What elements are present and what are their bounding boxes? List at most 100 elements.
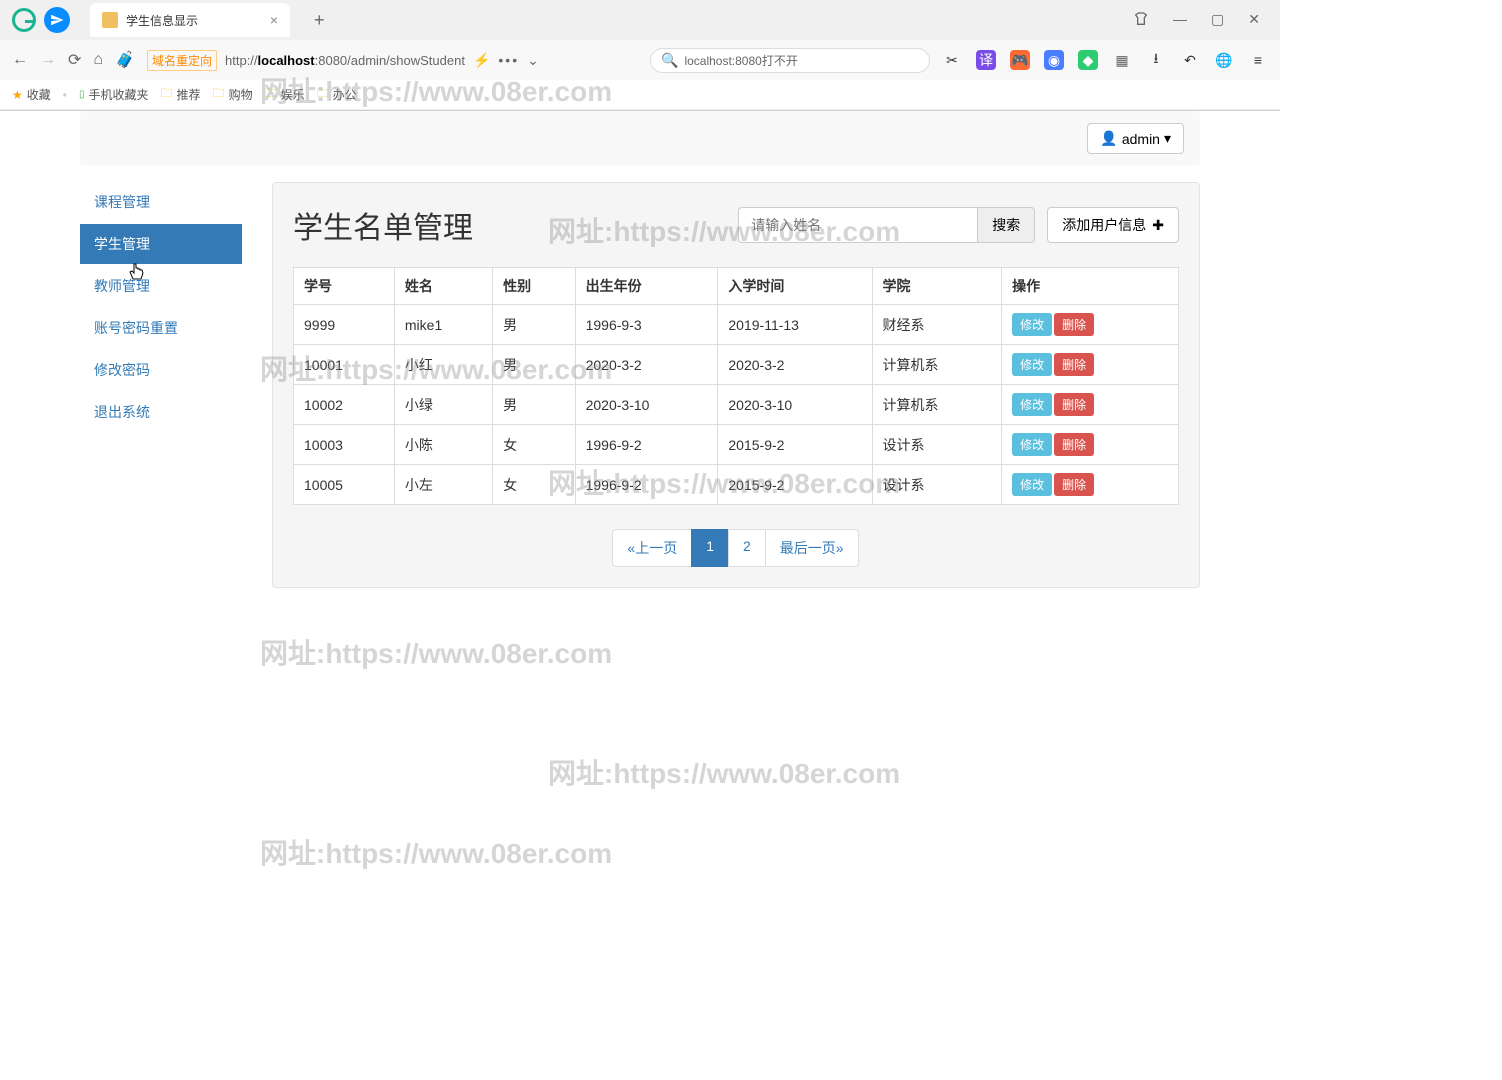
table-cell: 9999 <box>294 305 395 345</box>
scissors-icon[interactable]: ✂ <box>942 50 962 70</box>
table-cell: 女 <box>493 465 575 505</box>
table-cell: 小陈 <box>394 425 492 465</box>
tab-close-icon[interactable]: × <box>270 12 278 28</box>
edit-button[interactable]: 修改 <box>1012 353 1052 376</box>
page-number[interactable]: 2 <box>728 529 766 567</box>
main-layout: 课程管理学生管理教师管理账号密码重置修改密码退出系统 学生名单管理 搜索 添加用… <box>0 182 1280 588</box>
bookmark-mobile[interactable]: ▯手机收藏夹 <box>79 86 149 103</box>
delete-button[interactable]: 删除 <box>1054 393 1094 416</box>
folder-icon: 🗀 <box>213 84 225 105</box>
table-cell: 10002 <box>294 385 395 425</box>
browser-search-input[interactable] <box>684 53 919 67</box>
url-area[interactable]: 域名重定向 http://localhost:8080/admin/showSt… <box>147 50 638 71</box>
bookmark-office[interactable]: 🗀办公 <box>317 84 357 105</box>
table-cell: 财经系 <box>872 305 1002 345</box>
sidebar-item-1[interactable]: 学生管理 <box>80 224 242 264</box>
table-header-cell: 入学时间 <box>718 268 872 305</box>
table-cell: 2019-11-13 <box>718 305 872 345</box>
student-table: 学号姓名性别出生年份入学时间学院操作 9999mike1男1996-9-3201… <box>293 267 1179 505</box>
table-row: 10002小绿男2020-3-102020-3-10计算机系修改删除 <box>294 385 1179 425</box>
browser-logo-icon[interactable] <box>12 8 36 32</box>
folder-icon: 🗀 <box>317 84 329 105</box>
sidebar-item-4[interactable]: 修改密码 <box>80 350 242 390</box>
table-cell: 10003 <box>294 425 395 465</box>
home-button[interactable]: ⌂ <box>93 51 103 69</box>
globe-icon[interactable]: 🌐 <box>1214 50 1234 70</box>
page-title: 学生名单管理 <box>293 203 726 247</box>
close-icon[interactable]: ✕ <box>1248 11 1260 30</box>
table-cell: 10001 <box>294 345 395 385</box>
table-cell: 2020-3-10 <box>718 385 872 425</box>
bookmark-shopping[interactable]: 🗀购物 <box>213 84 253 105</box>
browser-search-box[interactable]: 🔍 <box>650 48 930 73</box>
more-icon[interactable]: ••• <box>498 52 519 68</box>
delete-button[interactable]: 删除 <box>1054 313 1094 336</box>
table-cell: 1996-9-2 <box>575 465 718 505</box>
name-search-input[interactable] <box>738 207 978 243</box>
briefcase-icon[interactable]: 🧳 <box>115 50 135 70</box>
sidebar-item-5[interactable]: 退出系统 <box>80 392 242 432</box>
page-last[interactable]: 最后一页» <box>765 529 859 567</box>
shirt-icon[interactable] <box>1133 11 1149 30</box>
edit-button[interactable]: 修改 <box>1012 393 1052 416</box>
table-cell: 男 <box>493 305 575 345</box>
table-header-cell: 学院 <box>872 268 1002 305</box>
content-header: 学生名单管理 搜索 添加用户信息 ✚ <box>293 203 1179 247</box>
download-icon[interactable]: ⭳ <box>1146 50 1166 70</box>
reload-button[interactable]: ⟳ <box>68 50 81 70</box>
table-row: 10003小陈女1996-9-22015-9-2设计系修改删除 <box>294 425 1179 465</box>
page-number[interactable]: 1 <box>691 529 729 567</box>
sidebar-item-3[interactable]: 账号密码重置 <box>80 308 242 348</box>
table-cell-actions: 修改删除 <box>1002 305 1179 345</box>
browser-tab[interactable]: 学生信息显示 × <box>90 3 290 37</box>
bookmark-recommend[interactable]: 🗀推荐 <box>161 84 201 105</box>
bookmark-entertainment[interactable]: 🗀娱乐 <box>265 84 305 105</box>
shield-icon[interactable]: ◆ <box>1078 50 1098 70</box>
caret-down-icon: ▾ <box>1164 130 1171 147</box>
page-content: 👤 admin ▾ 课程管理学生管理教师管理账号密码重置修改密码退出系统 学生名… <box>0 111 1280 588</box>
chevron-down-icon[interactable]: ⌄ <box>527 52 539 69</box>
edit-button[interactable]: 修改 <box>1012 313 1052 336</box>
table-cell: 2020-3-2 <box>575 345 718 385</box>
table-cell: 2015-9-2 <box>718 425 872 465</box>
gamepad-icon[interactable]: 🎮 <box>1010 50 1030 70</box>
grid-icon[interactable]: ▦ <box>1112 50 1132 70</box>
new-tab-button[interactable]: + <box>314 10 325 31</box>
app-icon[interactable]: ◉ <box>1044 50 1064 70</box>
delete-button[interactable]: 删除 <box>1054 433 1094 456</box>
delete-button[interactable]: 删除 <box>1054 473 1094 496</box>
plus-icon: ✚ <box>1152 217 1164 234</box>
user-dropdown-button[interactable]: 👤 admin ▾ <box>1087 123 1184 154</box>
bookmark-favorites[interactable]: ★收藏 <box>12 86 51 103</box>
minimize-icon[interactable]: — <box>1173 11 1187 30</box>
back-button[interactable]: ← <box>12 51 28 69</box>
table-cell: 计算机系 <box>872 385 1002 425</box>
table-cell: 女 <box>493 425 575 465</box>
table-cell: 设计系 <box>872 425 1002 465</box>
edit-button[interactable]: 修改 <box>1012 473 1052 496</box>
table-header-cell: 姓名 <box>394 268 492 305</box>
folder-icon: 🗀 <box>161 84 173 105</box>
undo-icon[interactable]: ↶ <box>1180 50 1200 70</box>
delete-button[interactable]: 删除 <box>1054 353 1094 376</box>
add-user-button[interactable]: 添加用户信息 ✚ <box>1047 207 1179 243</box>
maximize-icon[interactable]: ▢ <box>1211 11 1224 30</box>
table-row: 10001小红男2020-3-22020-3-2计算机系修改删除 <box>294 345 1179 385</box>
sidebar-item-0[interactable]: 课程管理 <box>80 182 242 222</box>
edit-button[interactable]: 修改 <box>1012 433 1052 456</box>
page-prev[interactable]: «上一页 <box>612 529 692 567</box>
table-row: 10005小左女1996-9-22015-9-2设计系修改删除 <box>294 465 1179 505</box>
table-cell-actions: 修改删除 <box>1002 345 1179 385</box>
menu-icon[interactable]: ≡ <box>1248 50 1268 70</box>
forward-button[interactable]: → <box>40 51 56 69</box>
translate-icon[interactable]: 译 <box>976 50 996 70</box>
table-cell: 小左 <box>394 465 492 505</box>
table-cell: 男 <box>493 345 575 385</box>
search-button[interactable]: 搜索 <box>978 207 1035 243</box>
nav-send-icon[interactable] <box>44 7 70 33</box>
browser-chrome: 学生信息显示 × + — ▢ ✕ ← → ⟳ ⌂ 🧳 域名重定向 http://… <box>0 0 1280 111</box>
pagination: «上一页12最后一页» <box>293 529 1179 567</box>
sidebar-item-2[interactable]: 教师管理 <box>80 266 242 306</box>
table-header-cell: 性别 <box>493 268 575 305</box>
lightning-icon[interactable]: ⚡ <box>473 52 490 69</box>
